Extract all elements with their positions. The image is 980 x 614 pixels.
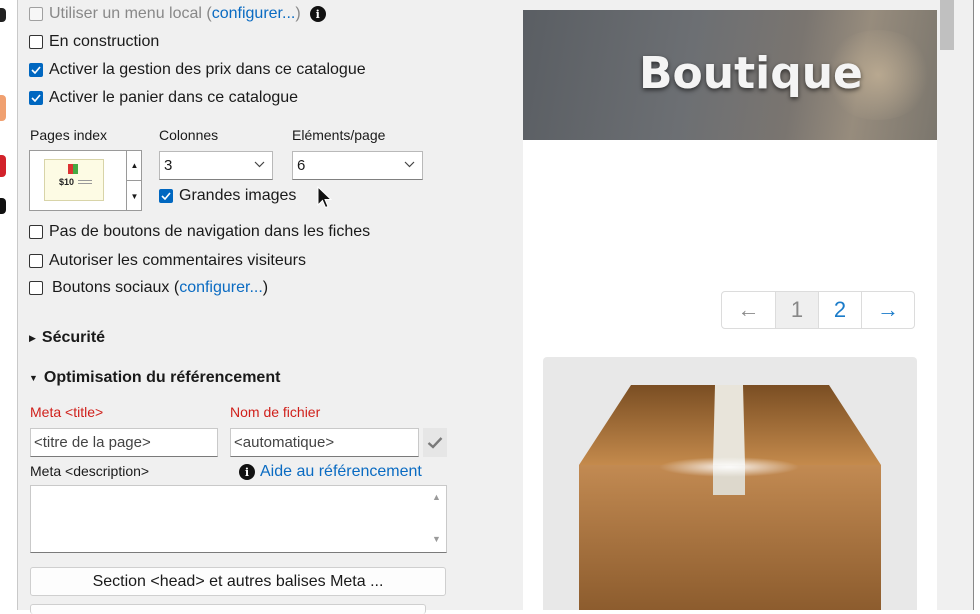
scrollbar-thumb[interactable] xyxy=(940,0,954,50)
edge-fragment xyxy=(0,95,6,121)
textarea-scrollbar[interactable]: ▲ ▼ xyxy=(428,486,446,552)
checkbox-label-suffix: ) xyxy=(262,279,269,296)
checkbox-construction[interactable]: En construction xyxy=(29,33,159,51)
scroll-down-button[interactable]: ▼ xyxy=(126,180,142,211)
page-index-template-picker[interactable]: $10 ▲ ▼ xyxy=(29,150,142,211)
caret-right-icon: ▶ xyxy=(29,332,36,343)
configure-social-link[interactable]: configurer... xyxy=(179,279,263,297)
checkbox-label: Utiliser un menu local ( xyxy=(49,5,212,22)
items-per-page-value: 6 xyxy=(297,157,306,174)
checkbox-box[interactable] xyxy=(29,35,43,49)
mouse-cursor-icon xyxy=(317,186,333,209)
checkbox-label: Autoriser les commentaires visiteurs xyxy=(49,252,306,269)
thumbnail-price: $10 xyxy=(59,177,75,187)
checkbox-label: Pas de boutons de navigation dans les fi… xyxy=(49,223,371,240)
thumbnail-lines xyxy=(78,180,92,181)
cardboard-box-icon xyxy=(579,385,881,610)
info-icon: i xyxy=(239,464,255,480)
checkbox-label-suffix: ) xyxy=(295,5,301,22)
preview-scrollbar[interactable] xyxy=(938,0,956,610)
items-per-page-select[interactable]: 6 xyxy=(292,151,423,180)
chevron-down-icon xyxy=(404,161,415,168)
checkbox-box[interactable] xyxy=(29,63,43,77)
columns-value: 3 xyxy=(164,157,173,174)
meta-description-textarea[interactable]: ▲ ▼ xyxy=(30,485,447,553)
checkbox-box[interactable] xyxy=(29,225,43,239)
columns-label: Colonnes xyxy=(159,127,219,143)
configure-menu-link[interactable]: configurer... xyxy=(212,5,296,23)
meta-title-label: Meta <title> xyxy=(30,404,104,420)
pager-next-button[interactable]: → xyxy=(862,292,914,328)
section-title: Optimisation du référencement xyxy=(43,369,281,386)
pager-page-2[interactable]: 2 xyxy=(819,292,862,328)
filename-placeholder: <automatique> xyxy=(234,434,335,451)
checkbox-cart[interactable]: Activer le panier dans ce catalogue xyxy=(29,89,298,107)
edge-fragment xyxy=(0,8,6,22)
edge-fragment xyxy=(0,155,6,177)
validate-filename-button[interactable] xyxy=(423,428,447,457)
template-thumbnail[interactable]: $10 xyxy=(44,159,104,201)
caret-down-icon: ▼ xyxy=(29,373,38,383)
checkmark-icon xyxy=(427,437,443,449)
pages-index-label: Pages index xyxy=(30,127,108,143)
checkbox-label: En construction xyxy=(49,33,160,50)
filename-label: Nom de fichier xyxy=(230,404,321,420)
scroll-up-button[interactable]: ▲ xyxy=(126,151,142,180)
pagination: ← 1 2 → xyxy=(721,291,915,329)
checkbox-local-menu[interactable]: Utiliser un menu local ( configurer... )… xyxy=(29,5,326,23)
meta-description-label: Meta <description> xyxy=(30,463,150,479)
banner-title: Boutique xyxy=(639,48,863,99)
store-banner: Boutique xyxy=(523,10,937,140)
store-preview: Boutique ← 1 2 → xyxy=(523,10,937,610)
pager-prev-button[interactable]: ← xyxy=(722,292,776,328)
product-card[interactable] xyxy=(543,357,917,610)
checkbox-box[interactable] xyxy=(29,91,43,105)
chevron-down-icon xyxy=(254,161,265,168)
seo-section-header[interactable]: ▼ Optimisation du référencement xyxy=(29,369,280,387)
checkbox-label: Activer la gestion des prix dans ce cata… xyxy=(49,61,366,78)
checkbox-box[interactable] xyxy=(29,281,43,295)
thumbnail-image xyxy=(68,164,78,174)
checkbox-label: Grandes images xyxy=(179,187,297,204)
edge-fragment xyxy=(0,198,6,214)
checkbox-box[interactable] xyxy=(29,7,43,21)
checkbox-label: Activer le panier dans ce catalogue xyxy=(49,89,299,106)
checkbox-box[interactable] xyxy=(29,254,43,268)
scroll-down-icon[interactable]: ▼ xyxy=(432,534,441,544)
checkbox-no-navigation[interactable]: Pas de boutons de navigation dans les fi… xyxy=(29,223,370,241)
seo-help-link[interactable]: i Aide au référencement xyxy=(239,463,422,481)
security-section-header[interactable]: ▶ Sécurité xyxy=(29,329,105,347)
checkbox-large-images[interactable]: Grandes images xyxy=(159,187,296,205)
left-window-edge xyxy=(0,0,18,610)
checkbox-box[interactable] xyxy=(159,189,173,203)
head-section-button[interactable]: Section <head> et autres balises Meta ..… xyxy=(30,567,446,596)
button-label: Section <head> et autres balises Meta ..… xyxy=(92,572,384,590)
next-button-partial[interactable] xyxy=(30,604,426,614)
checkbox-comments[interactable]: Autoriser les commentaires visiteurs xyxy=(29,252,306,270)
info-icon[interactable]: i xyxy=(309,6,326,22)
columns-select[interactable]: 3 xyxy=(159,151,273,180)
checkbox-label: Boutons sociaux ( xyxy=(52,279,180,296)
filename-input[interactable]: <automatique> xyxy=(230,428,419,457)
seo-help-text[interactable]: Aide au référencement xyxy=(260,463,422,481)
window-edge xyxy=(973,0,980,610)
scroll-up-icon[interactable]: ▲ xyxy=(432,492,441,502)
meta-title-placeholder: <titre de la page> xyxy=(34,434,151,451)
items-per-page-label: Eléments/page xyxy=(292,127,386,143)
checkbox-social[interactable]: Boutons sociaux ( configurer... ) xyxy=(29,279,268,297)
meta-title-input[interactable]: <titre de la page> xyxy=(30,428,218,457)
section-title: Sécurité xyxy=(41,329,106,346)
checkbox-prices[interactable]: Activer la gestion des prix dans ce cata… xyxy=(29,61,366,79)
pager-page-1[interactable]: 1 xyxy=(776,292,819,328)
